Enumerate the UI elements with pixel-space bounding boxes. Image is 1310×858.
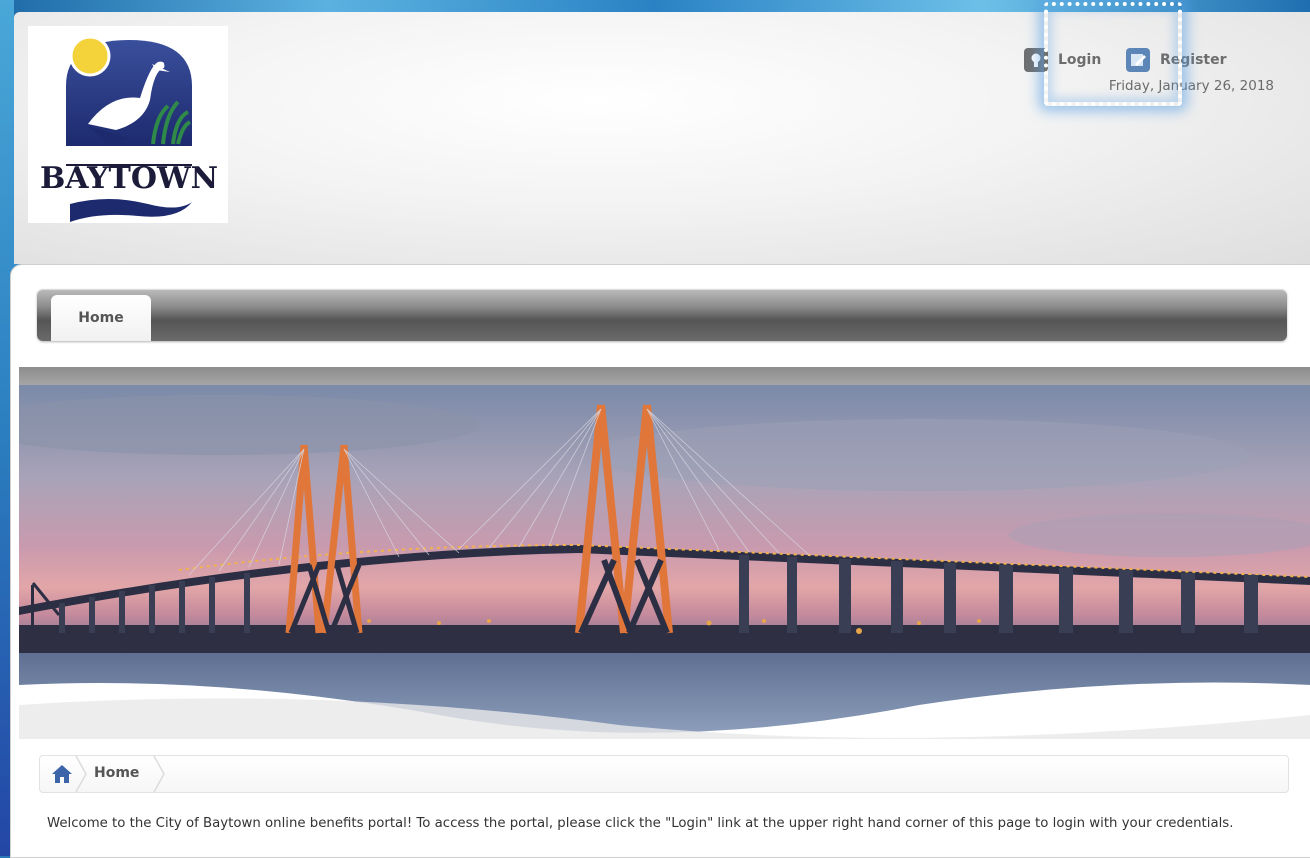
- breadcrumb-item-home[interactable]: Home: [94, 765, 139, 781]
- logo-wordmark: BAYTOWN: [40, 161, 218, 196]
- current-date: Friday, January 26, 2018: [1108, 78, 1274, 94]
- tab-home[interactable]: Home: [51, 295, 151, 341]
- breadcrumb: Home: [39, 755, 1289, 793]
- bridge-photo-icon: [19, 385, 1310, 739]
- login-link[interactable]: Login: [1024, 48, 1101, 72]
- breadcrumb-end-separator-icon: [153, 756, 165, 792]
- banner-top-strip: [19, 367, 1310, 387]
- utility-links: Login Register Friday, January 26, 2018: [1014, 34, 1274, 104]
- register-label[interactable]: Register: [1160, 52, 1227, 68]
- content-panel: Home Home Welcome to the City of Baytown…: [10, 264, 1310, 858]
- main-navbar: Home: [37, 289, 1287, 341]
- register-link[interactable]: Register: [1126, 48, 1227, 72]
- lock-icon: [1024, 48, 1048, 72]
- welcome-message: Welcome to the City of Baytown online be…: [47, 816, 1234, 831]
- baytown-logo[interactable]: BAYTOWN: [28, 26, 228, 223]
- baytown-logo-icon: BAYTOWN: [40, 35, 218, 222]
- breadcrumb-separator-icon: [75, 756, 87, 792]
- site-header: BAYTOWN Login Register Friday, January 2…: [14, 12, 1310, 264]
- edit-icon: [1126, 48, 1150, 72]
- bridge-banner-image: [19, 385, 1310, 739]
- login-label[interactable]: Login: [1058, 52, 1101, 68]
